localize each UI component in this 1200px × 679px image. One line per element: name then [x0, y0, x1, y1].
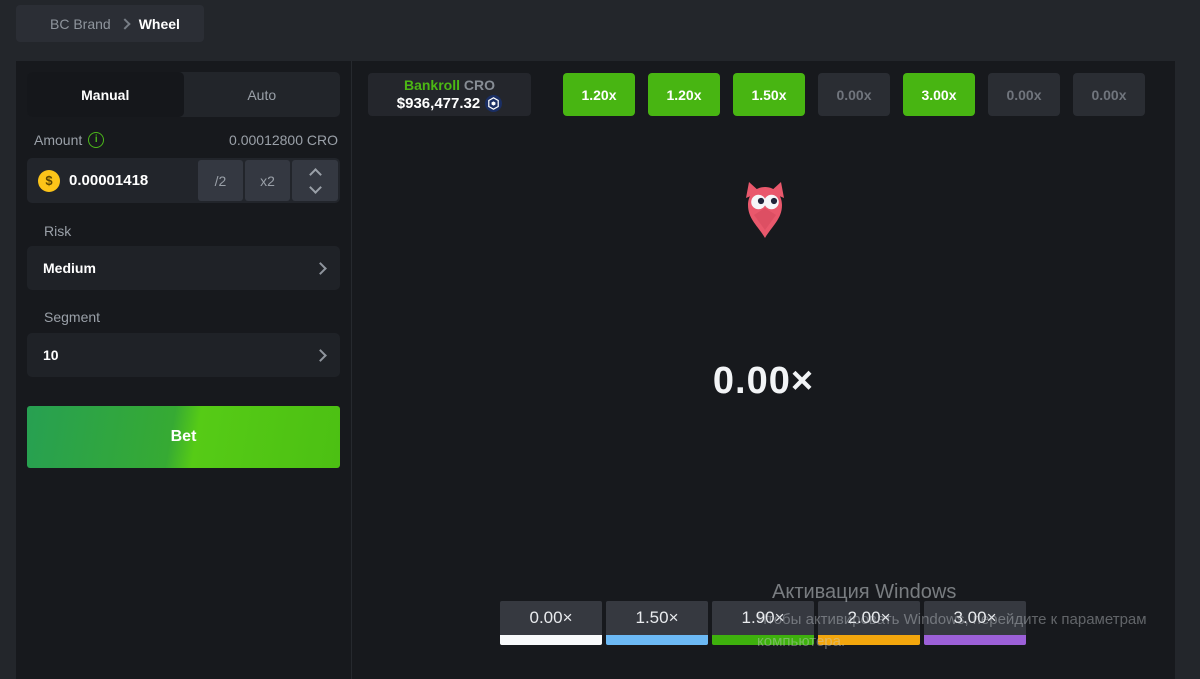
legend-tile[interactable]: 0.00× — [500, 601, 602, 645]
segment-label: Segment — [44, 309, 100, 325]
bankroll-currency: CRO — [464, 77, 495, 93]
history-result-button[interactable]: 1.20x — [563, 73, 635, 116]
legend-tile-color-bar — [606, 635, 708, 645]
chevron-right-icon — [314, 262, 327, 275]
legend-tile-label: 1.90× — [712, 601, 814, 635]
legend-tile[interactable]: 1.50× — [606, 601, 708, 645]
game-panel: Manual Auto Amount i 0.00012800 CRO $ 0.… — [16, 61, 1175, 679]
history-result-button[interactable]: 0.00x — [988, 73, 1060, 116]
balance-text: 0.00012800 CRO — [229, 132, 338, 148]
cro-coin-icon — [485, 95, 502, 112]
info-icon[interactable]: i — [88, 132, 104, 148]
stepper-down-icon[interactable] — [309, 181, 322, 194]
wheel-game-page: BC Brand Wheel Manual Auto Amount i 0.00… — [0, 0, 1200, 679]
history-result-button[interactable]: 0.00x — [1073, 73, 1145, 116]
half-amount-button[interactable]: /2 — [198, 160, 243, 201]
tab-manual[interactable]: Manual — [27, 72, 184, 117]
amount-label: Amount — [34, 132, 82, 148]
legend-tile-color-bar — [924, 635, 1026, 645]
legend-tile[interactable]: 1.90× — [712, 601, 814, 645]
legend-tile-label: 1.50× — [606, 601, 708, 635]
owl-mascot-icon — [741, 181, 789, 239]
history-result-button[interactable]: 1.50x — [733, 73, 805, 116]
segment-value: 10 — [43, 347, 59, 363]
legend-tile-label: 2.00× — [818, 601, 920, 635]
amount-label-row: Amount i 0.00012800 CRO — [27, 131, 340, 149]
double-amount-button[interactable]: x2 — [245, 160, 290, 201]
result-history-row: 1.20x 1.20x 1.50x 0.00x 3.00x 0.00x 0.00… — [563, 73, 1145, 116]
risk-value: Medium — [43, 260, 96, 276]
bankroll-card: Bankroll CRO $936,477.32 — [368, 73, 531, 116]
risk-select[interactable]: Medium — [27, 246, 340, 290]
history-result-button[interactable]: 0.00x — [818, 73, 890, 116]
amount-input[interactable]: $ 0.00001418 /2 x2 — [27, 158, 340, 203]
bankroll-value: $936,477.32 — [397, 95, 480, 112]
segment-select[interactable]: 10 — [27, 333, 340, 377]
coin-icon: $ — [38, 170, 60, 192]
breadcrumb-chevron-icon — [119, 18, 130, 29]
breadcrumb: BC Brand Wheel — [16, 5, 204, 42]
history-result-button[interactable]: 1.20x — [648, 73, 720, 116]
legend-tile-color-bar — [712, 635, 814, 645]
legend-tile-label: 0.00× — [500, 601, 602, 635]
bet-button[interactable]: Bet — [27, 406, 340, 468]
legend-tile-label: 3.00× — [924, 601, 1026, 635]
legend-tile-color-bar — [500, 635, 602, 645]
chevron-right-icon — [314, 349, 327, 362]
bet-mode-tabs: Manual Auto — [27, 72, 340, 117]
stepper-up-icon[interactable] — [309, 168, 322, 181]
breadcrumb-brand-link[interactable]: BC Brand — [50, 16, 111, 32]
history-result-button[interactable]: 3.00x — [903, 73, 975, 116]
current-multiplier-result: 0.00× — [352, 360, 1175, 403]
legend-tile[interactable]: 2.00× — [818, 601, 920, 645]
risk-label: Risk — [44, 223, 71, 239]
amount-value[interactable]: 0.00001418 — [69, 172, 196, 189]
legend-tile[interactable]: 3.00× — [924, 601, 1026, 645]
tab-auto[interactable]: Auto — [184, 72, 341, 117]
multiplier-legend: 0.00× 1.50× 1.90× 2.00× 3.00× — [500, 601, 1026, 645]
breadcrumb-current-page: Wheel — [139, 16, 180, 32]
bankroll-title: Bankroll — [404, 77, 460, 93]
amount-stepper[interactable] — [292, 160, 338, 201]
legend-tile-color-bar — [818, 635, 920, 645]
